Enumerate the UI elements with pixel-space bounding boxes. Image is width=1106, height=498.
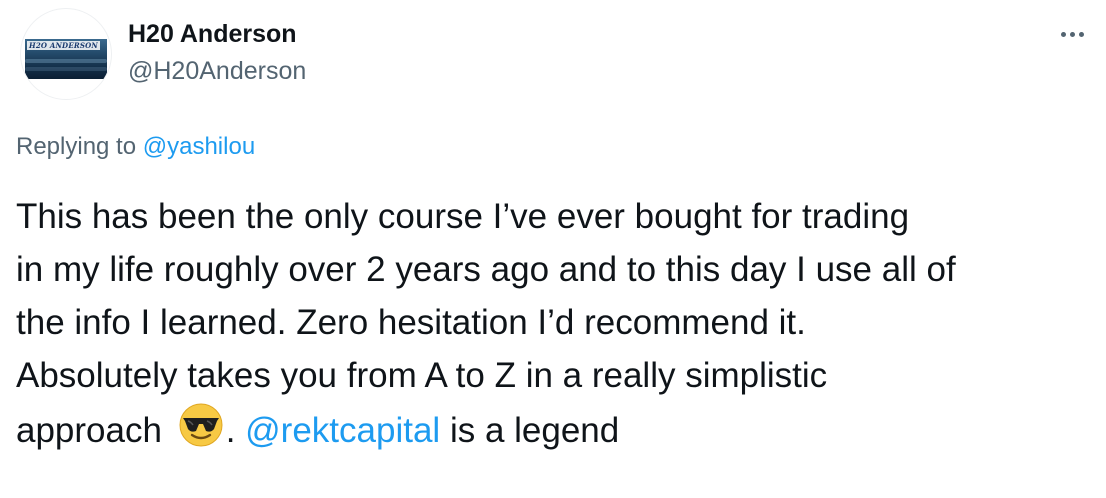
- avatar-wave: [25, 59, 107, 63]
- tweet-text-segment: .: [225, 411, 236, 450]
- tweet-text-line: the info I learned. Zero hesitation I’d …: [16, 303, 806, 342]
- more-dot: [1078, 31, 1084, 37]
- replying-to: Replying to @yashilou: [16, 131, 255, 163]
- user-handle[interactable]: @H20Anderson: [128, 55, 306, 87]
- tweet-text-line: Absolutely takes you from A to Z in a re…: [16, 356, 828, 395]
- tweet-text-line: approach . @rektcapital is a legend: [16, 402, 1096, 457]
- avatar-wave: [25, 67, 107, 71]
- more-horizontal-icon[interactable]: [1052, 22, 1092, 46]
- tweet-card: H2O ANDERSON H20 Anderson @H20Anderson R…: [0, 0, 1106, 498]
- tweet-text-segment: is a legend: [449, 411, 620, 450]
- avatar[interactable]: H2O ANDERSON: [20, 8, 112, 100]
- more-dot: [1069, 31, 1075, 37]
- display-name[interactable]: H20 Anderson: [128, 18, 297, 50]
- tweet-text-line: This has been the only course I’ve ever …: [16, 197, 910, 236]
- replying-to-label: Replying to: [16, 133, 137, 160]
- more-dot: [1060, 31, 1066, 37]
- tweet-text: This has been the only course I’ve ever …: [16, 190, 1096, 457]
- rektcapital-mention-link[interactable]: @rektcapital: [245, 411, 440, 450]
- tweet-text-line: in my life roughly over 2 years ago and …: [16, 250, 956, 289]
- replying-to-mention-link[interactable]: @yashilou: [143, 133, 255, 160]
- tweet-text-segment: approach: [16, 411, 162, 450]
- sunglasses-emoji-icon: [179, 403, 223, 447]
- avatar-logo-text: H2O ANDERSON: [27, 41, 101, 50]
